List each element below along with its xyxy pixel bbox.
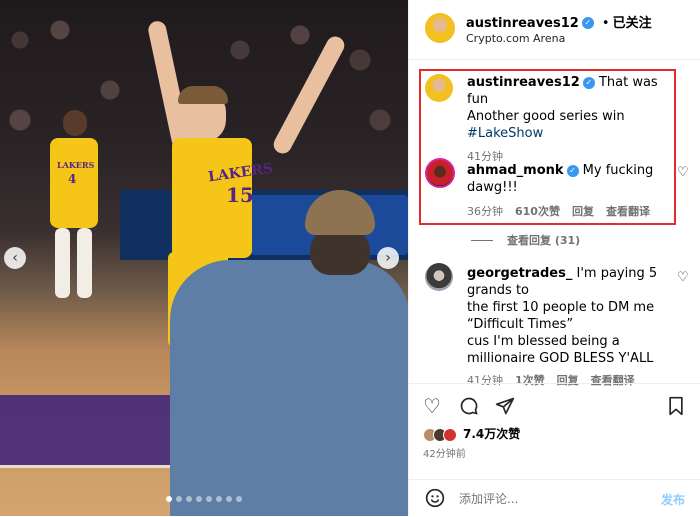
emoji-icon[interactable] (425, 488, 445, 513)
post-header: austinreaves12 ✓ • 已关注 Crypto.com Arena (409, 0, 700, 60)
follow-status-button[interactable]: 已关注 (613, 16, 652, 31)
view-replies[interactable]: 查看回复 (31) (471, 232, 580, 248)
carousel-dot (186, 496, 192, 502)
carousel-dot (206, 496, 212, 502)
comment-bar: 发布 (409, 479, 700, 517)
carousel-dot (166, 496, 172, 502)
heart-icon[interactable]: ♡ (423, 394, 441, 418)
author-username[interactable]: austinreaves12 (466, 16, 579, 31)
comment-text-line5: cus I'm blessed being a (467, 334, 620, 349)
carousel-dot (236, 496, 242, 502)
carousel-dot (196, 496, 202, 502)
post-location[interactable]: Crypto.com Arena (466, 32, 565, 45)
view-replies-label[interactable]: 查看回复 (31) (507, 232, 580, 248)
comment-username[interactable]: georgetrades_ (467, 266, 572, 281)
comment-text-line3: the first 10 people to DM me (467, 300, 655, 315)
foreground-fan (170, 190, 408, 516)
heart-icon[interactable]: ♡ (677, 270, 689, 285)
liker-avatar (443, 427, 457, 442)
verified-badge-icon: ✓ (581, 16, 594, 29)
comment-icon[interactable] (459, 396, 479, 421)
likes-summary[interactable]: 7.4万次赞 (423, 426, 520, 443)
heart-icon[interactable]: ♡ (677, 165, 689, 180)
chevron-right-icon[interactable]: › (377, 247, 399, 269)
likes-count[interactable]: 7.4万次赞 (463, 426, 520, 443)
comment-text-line1: I'm paying 5 (576, 266, 658, 281)
highlight-box (419, 69, 676, 225)
carousel-dots (0, 496, 408, 502)
share-icon[interactable] (495, 396, 515, 421)
chevron-left-icon[interactable]: ‹ (4, 247, 26, 269)
separator-dot: • (601, 16, 610, 31)
left-jersey-number: 4 (68, 172, 77, 186)
carousel-dot (226, 496, 232, 502)
left-jersey-brand: LAKERS (57, 160, 95, 170)
post-comment-button[interactable]: 发布 (661, 491, 685, 508)
post-timestamp[interactable]: 42分钟前 (423, 445, 466, 460)
commenter-avatar[interactable] (425, 263, 453, 291)
comment-item: georgetrades_ I'm paying 5 grands to the… (467, 265, 682, 388)
post-side-panel: austinreaves12 ✓ • 已关注 Crypto.com Arena au… (408, 0, 700, 516)
background-player: LAKERS 4 (45, 110, 105, 310)
carousel-dot (176, 496, 182, 502)
post-actions: ♡ 7.4万次赞 42分钟前 发布 (409, 383, 700, 516)
bookmark-icon[interactable] (667, 396, 685, 421)
author-avatar[interactable] (425, 13, 455, 43)
post-photo[interactable]: LAKERS 4 LAKERS 15 ‹ › (0, 0, 408, 516)
comment-text-line2: grands to (467, 283, 530, 298)
comment-input[interactable] (459, 490, 639, 508)
carousel-dot (216, 496, 222, 502)
comment-text-line6: millionaire GOD BLESS Y'ALL (467, 351, 654, 366)
comment-text-line4: “Difficult Times” (467, 317, 574, 332)
